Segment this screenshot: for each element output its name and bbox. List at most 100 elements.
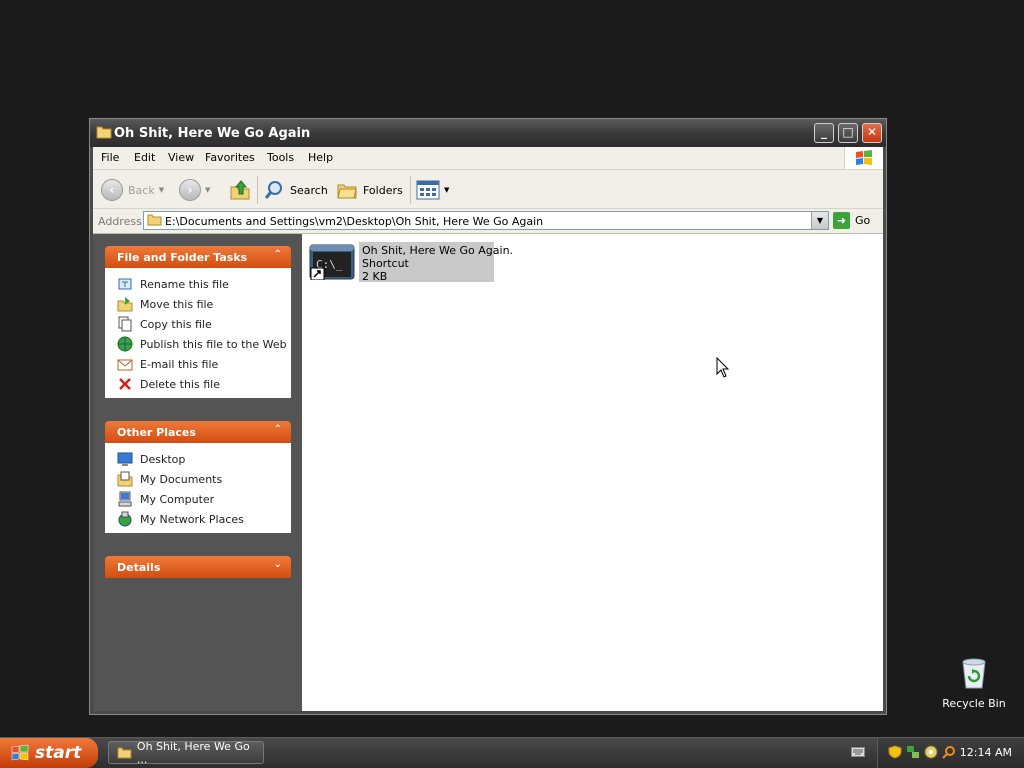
task-move[interactable]: Move this file [117, 294, 291, 314]
file-list-view[interactable]: C:\_ Oh Shit, Here We Go Again. Shortcut… [302, 234, 883, 711]
forward-dropdown-icon[interactable]: ▼ [205, 186, 210, 194]
address-dropdown-button[interactable]: ▼ [811, 212, 828, 229]
menu-tools[interactable]: Tools [267, 151, 294, 164]
back-button[interactable]: ‹ Back ▼ [101, 178, 164, 202]
place-my-documents[interactable]: My Documents [117, 469, 291, 489]
place-label: My Computer [140, 492, 215, 506]
back-arrow-icon: ‹ [101, 179, 123, 201]
details-header[interactable]: Details ⌄ [105, 556, 291, 578]
windows-flag-icon [856, 150, 872, 165]
maximize-button[interactable]: □ [838, 123, 858, 143]
place-my-network-places[interactable]: My Network Places [117, 509, 291, 529]
back-dropdown-icon[interactable]: ▼ [159, 186, 164, 194]
menu-favorites[interactable]: Favorites [205, 151, 255, 164]
globe-icon [117, 336, 133, 352]
menu-edit[interactable]: Edit [134, 151, 155, 164]
go-button[interactable]: ➜ Go [833, 212, 870, 229]
folders-button[interactable]: Folders [336, 178, 403, 202]
clock[interactable]: 12:14 AM [960, 746, 1012, 759]
address-value: E:\Documents and Settings\vm2\Desktop\Oh… [165, 215, 544, 228]
place-my-computer[interactable]: My Computer [117, 489, 291, 509]
menu-help[interactable]: Help [308, 151, 333, 164]
network-places-icon [118, 511, 132, 527]
task-label: E-mail this file [140, 357, 219, 371]
address-bar: Address E:\Documents and Settings\vm2\De… [93, 209, 883, 234]
desktop-recycle-bin[interactable]: Recycle Bin [940, 656, 1008, 710]
folders-label: Folders [363, 183, 403, 197]
other-places-group: Other Places ⌃ Desktop My Documents My C… [105, 421, 291, 533]
title-bar[interactable]: Oh Shit, Here We Go Again _ □ ✕ [90, 119, 886, 147]
folder-icon [117, 747, 132, 758]
place-label: My Network Places [140, 512, 244, 526]
system-tray: 12:14 AM [877, 738, 1024, 768]
group-title: File and Folder Tasks [117, 251, 248, 264]
views-button[interactable]: ▼ [416, 178, 449, 202]
go-arrow-icon: ➜ [833, 212, 850, 229]
task-publish[interactable]: Publish this file to the Web [117, 334, 291, 354]
my-documents-icon [117, 471, 133, 487]
cd-drive-icon[interactable] [924, 745, 938, 759]
file-item-shortcut[interactable]: C:\_ Oh Shit, Here We Go Again. Shortcut… [308, 242, 514, 283]
window-title: Oh Shit, Here We Go Again [114, 126, 311, 141]
recycle-bin-label: Recycle Bin [942, 697, 1006, 710]
taskbar-window-label: Oh Shit, Here We Go ... [136, 739, 250, 766]
task-delete[interactable]: Delete this file [117, 374, 291, 394]
collapse-chevron-icon[interactable]: ⌃ [274, 249, 282, 260]
file-name: Oh Shit, Here We Go Again. [362, 244, 514, 257]
menu-view[interactable]: View [168, 151, 194, 164]
command-prompt-icon: C:\_ [309, 244, 355, 280]
views-icon [416, 180, 440, 200]
task-label: Move this file [140, 297, 214, 311]
file-label: Oh Shit, Here We Go Again. Shortcut 2 KB [359, 242, 514, 283]
forward-button[interactable]: › ▼ [179, 178, 210, 202]
up-folder-icon [230, 180, 250, 200]
file-size: 2 KB [362, 270, 388, 283]
place-desktop[interactable]: Desktop [117, 449, 291, 469]
close-button[interactable]: ✕ [862, 123, 882, 143]
delete-icon [119, 378, 131, 390]
toolbar: ‹ Back ▼ › ▼ Search Folders ▼ [93, 170, 883, 209]
recycle-bin-icon [962, 658, 986, 689]
expand-chevron-icon[interactable]: ⌄ [274, 559, 282, 570]
task-rename[interactable]: Rename this file [117, 274, 291, 294]
network-icon[interactable] [906, 745, 920, 759]
move-icon [117, 297, 133, 312]
collapse-chevron-icon[interactable]: ⌃ [274, 424, 282, 435]
keyboard-icon[interactable] [851, 747, 865, 757]
task-email[interactable]: E-mail this file [117, 354, 291, 374]
up-folder-button[interactable] [229, 178, 251, 202]
toolbar-separator [257, 176, 258, 204]
address-label: Address [98, 215, 142, 228]
forward-arrow-icon: › [179, 179, 201, 201]
menu-bar: File Edit View Favorites Tools Help [93, 147, 883, 170]
minimize-button[interactable]: _ [814, 123, 834, 143]
email-icon [117, 359, 133, 371]
security-shield-icon[interactable] [888, 745, 902, 759]
start-button[interactable]: start [0, 738, 98, 768]
start-label: start [35, 743, 82, 763]
task-copy[interactable]: Copy this file [117, 314, 291, 334]
my-computer-icon [118, 491, 132, 507]
file-folder-tasks-header[interactable]: File and Folder Tasks ⌃ [105, 246, 291, 268]
copy-icon [118, 316, 132, 332]
mouse-cursor-icon [716, 357, 730, 378]
menu-file[interactable]: File [101, 151, 119, 164]
taskbar: start Oh Shit, Here We Go ... 12:14 AM [0, 737, 1024, 768]
other-places-header[interactable]: Other Places ⌃ [105, 421, 291, 443]
go-label: Go [855, 214, 871, 227]
explorer-window: Oh Shit, Here We Go Again _ □ ✕ File Edi… [89, 118, 887, 715]
group-title: Other Places [117, 426, 196, 439]
toolbar-separator [410, 176, 411, 204]
windows-logo [844, 147, 883, 169]
file-folder-tasks-group: File and Folder Tasks ⌃ Rename this file… [105, 246, 291, 398]
address-input[interactable]: E:\Documents and Settings\vm2\Desktop\Oh… [143, 211, 829, 230]
group-title: Details [117, 561, 161, 574]
back-label: Back [128, 183, 155, 197]
rename-icon [118, 278, 132, 290]
search-icon[interactable] [942, 745, 956, 759]
search-button[interactable]: Search [263, 178, 328, 202]
folder-icon [96, 126, 112, 139]
search-icon [264, 181, 282, 199]
task-label: Delete this file [140, 377, 220, 391]
taskbar-window-button[interactable]: Oh Shit, Here We Go ... [108, 739, 264, 766]
